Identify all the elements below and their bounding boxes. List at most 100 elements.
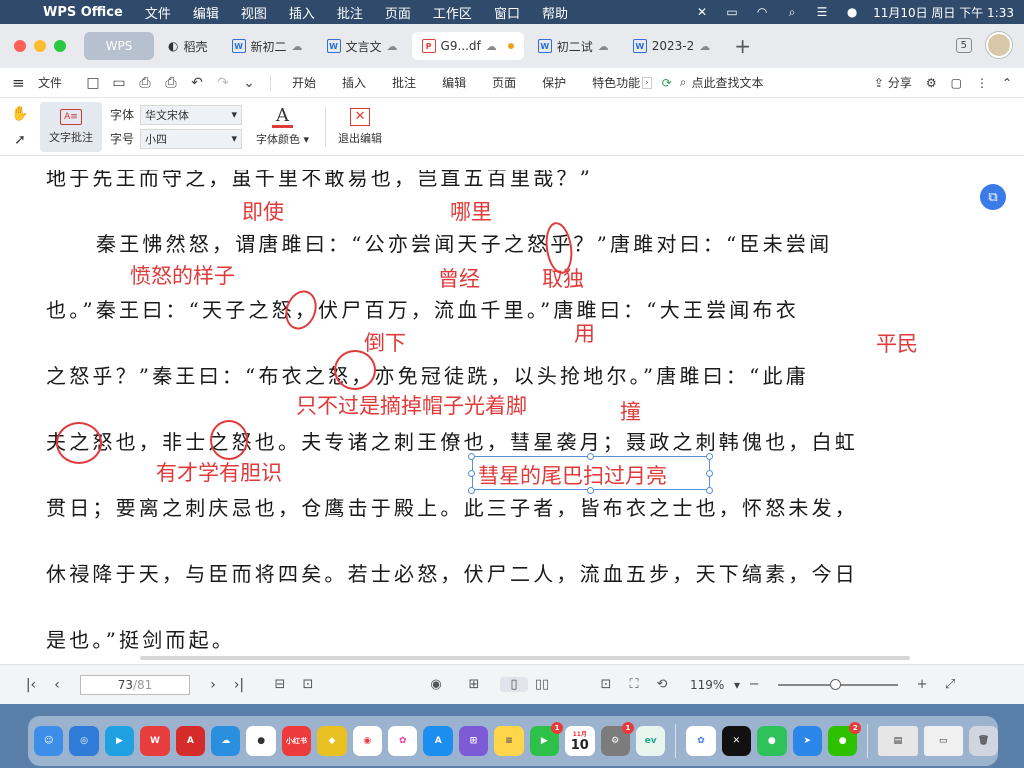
search-icon[interactable]: ⌕	[783, 5, 801, 20]
file-menu-button[interactable]: 文件	[38, 74, 62, 91]
window-count-badge[interactable]: 5	[955, 37, 972, 53]
minimize-window-button[interactable]	[34, 40, 46, 52]
annotation-text[interactable]: 用	[574, 318, 595, 348]
play-icon[interactable]: ▶	[104, 726, 135, 756]
tab-wps-home[interactable]: WPS	[84, 32, 154, 60]
menu-insert[interactable]: 插入	[278, 3, 326, 22]
page-number-input[interactable]: 73/81	[80, 674, 190, 695]
resize-handle[interactable]	[468, 487, 475, 494]
fit-width-icon[interactable]: ⊞	[460, 677, 488, 692]
annotation-text[interactable]: 只不过是摘掉帽子光着脚	[296, 390, 527, 420]
annotation-text[interactable]: 愤怒的样子	[130, 260, 235, 290]
resize-handle[interactable]	[706, 453, 713, 460]
siri-icon[interactable]: ●	[843, 5, 861, 19]
open-folder-icon[interactable]: ▭	[106, 75, 132, 91]
tab-protect[interactable]: 保护	[529, 74, 579, 91]
single-page-icon[interactable]: ▯	[500, 677, 528, 692]
menu-view[interactable]: 视图	[230, 3, 278, 22]
ev-icon[interactable]: ev	[635, 726, 666, 756]
tab-pdf-active[interactable]: P G9...df ☁	[411, 32, 524, 60]
ribbon-scroll-right-icon[interactable]: ›	[642, 76, 652, 89]
menu-annotate[interactable]: 批注	[326, 3, 374, 22]
wechat-icon[interactable]: ● 2	[827, 722, 862, 756]
font-size-select[interactable]: 小四 ▾	[140, 128, 242, 149]
ingot-icon[interactable]: ◆	[317, 726, 347, 756]
find-text-button[interactable]: ⌕ 点此查找文本	[680, 74, 764, 91]
print-icon[interactable]: ⎙	[132, 75, 158, 91]
font-color-button[interactable]: A 字体颜色 ▾	[256, 106, 309, 147]
horizontal-scrollbar[interactable]	[140, 656, 910, 660]
zoom-slider-knob[interactable]	[830, 678, 842, 690]
annotation-text-selected[interactable]: 彗星的尾巴扫过月亮	[478, 460, 667, 490]
settings-icon[interactable]: ⚙	[926, 76, 937, 90]
annotation-text[interactable]: 平民	[876, 328, 918, 358]
battery-icon[interactable]: ▭	[723, 5, 741, 19]
resize-handle[interactable]	[468, 470, 475, 477]
prev-view-icon[interactable]: ⊟	[266, 677, 294, 692]
wps-icon[interactable]: W	[140, 726, 170, 756]
zoom-level[interactable]: 119%	[690, 678, 734, 692]
redo-icon[interactable]: ↷	[210, 75, 236, 91]
fullscreen-icon[interactable]: ⤢	[936, 677, 964, 692]
annotation-text[interactable]: 即使	[242, 196, 284, 226]
collapse-ribbon-icon[interactable]: ⌃	[1002, 76, 1012, 90]
document-thumbnail-icon[interactable]: ▤	[878, 726, 918, 756]
wifi-icon[interactable]: ◠	[753, 5, 771, 19]
new-file-icon[interactable]: □	[80, 75, 106, 91]
zoom-in-icon[interactable]: +	[908, 677, 936, 692]
close-window-button[interactable]	[14, 40, 26, 52]
cloud-drive-icon[interactable]: ☁	[211, 726, 241, 756]
font-family-select[interactable]: 华文宋体 ▾	[140, 104, 242, 125]
double-page-icon[interactable]: ▯▯	[528, 677, 556, 692]
menu-app-name[interactable]: WPS Office	[32, 5, 134, 20]
panda-icon[interactable]: ●	[246, 726, 276, 756]
first-page-icon[interactable]: |‹	[18, 677, 44, 693]
pdf-reader-icon[interactable]: A	[175, 726, 206, 756]
menu-workspace[interactable]: 工作区	[422, 3, 483, 22]
mute-icon[interactable]: ✕	[693, 5, 711, 19]
menu-file[interactable]: 文件	[134, 3, 182, 22]
tab-start[interactable]: 开始	[279, 74, 329, 91]
new-tab-button[interactable]: +	[724, 34, 761, 58]
next-view-icon[interactable]: ⊡	[294, 677, 322, 692]
resize-handle[interactable]	[468, 453, 475, 460]
control-center-icon[interactable]: ☰	[813, 5, 831, 19]
tab-doc-1[interactable]: W 新初二 ☁	[222, 32, 313, 60]
tab-doc-4[interactable]: W 2023-2 ☁	[623, 32, 721, 60]
text-annotation-button[interactable]: A≡ 文字批注	[40, 101, 102, 152]
tab-doc-2[interactable]: W 文言文 ☁	[317, 32, 408, 60]
menu-edit[interactable]: 编辑	[182, 3, 230, 22]
zoom-window-button[interactable]	[54, 40, 66, 52]
app-store-icon[interactable]: A	[423, 726, 453, 756]
annotation-text[interactable]: 倒下	[364, 327, 406, 357]
calendar-icon[interactable]: 11月 10	[565, 726, 595, 756]
share-button[interactable]: ⇪ 分享	[874, 74, 912, 91]
xiaohongshu-icon[interactable]: 小红书	[281, 726, 312, 756]
prev-page-icon[interactable]: ‹	[44, 677, 70, 693]
sync-icon[interactable]: ⟳	[662, 76, 672, 90]
float-tool-button[interactable]: ⧉	[980, 184, 1006, 210]
ink-circle[interactable]	[210, 420, 248, 460]
resize-handle[interactable]	[587, 487, 594, 494]
menu-window[interactable]: 窗口	[483, 3, 531, 22]
menu-help[interactable]: 帮助	[531, 3, 579, 22]
resize-handle[interactable]	[706, 487, 713, 494]
annotation-text[interactable]: 撞	[620, 396, 641, 426]
menubar-datetime[interactable]: 11月10日 周日 下午 1:33	[873, 4, 1014, 21]
actual-size-icon[interactable]: ⊡	[592, 677, 620, 692]
tab-doc-3[interactable]: W 初二试 ☁	[528, 32, 619, 60]
chrome-icon[interactable]: ◉	[352, 726, 383, 756]
finder-icon[interactable]: ☺	[34, 726, 64, 756]
tab-daoke[interactable]: ◐ 稻壳	[158, 32, 218, 60]
resize-handle[interactable]	[587, 453, 594, 460]
rotate-icon[interactable]: ⟲	[648, 677, 676, 692]
tab-edit[interactable]: 编辑	[429, 74, 479, 91]
annotation-text[interactable]: 曾经	[438, 263, 480, 293]
launchpad-icon[interactable]: ⊞	[458, 726, 489, 756]
customize-dropdown-icon[interactable]: ⌄	[236, 75, 262, 91]
tab-special[interactable]: 特色功能	[579, 74, 642, 91]
tab-insert[interactable]: 插入	[329, 74, 379, 91]
annotation-text[interactable]: 有才学有胆识	[156, 457, 282, 487]
trash-icon[interactable]: 🗑	[968, 726, 999, 756]
last-page-icon[interactable]: ›|	[226, 677, 252, 693]
